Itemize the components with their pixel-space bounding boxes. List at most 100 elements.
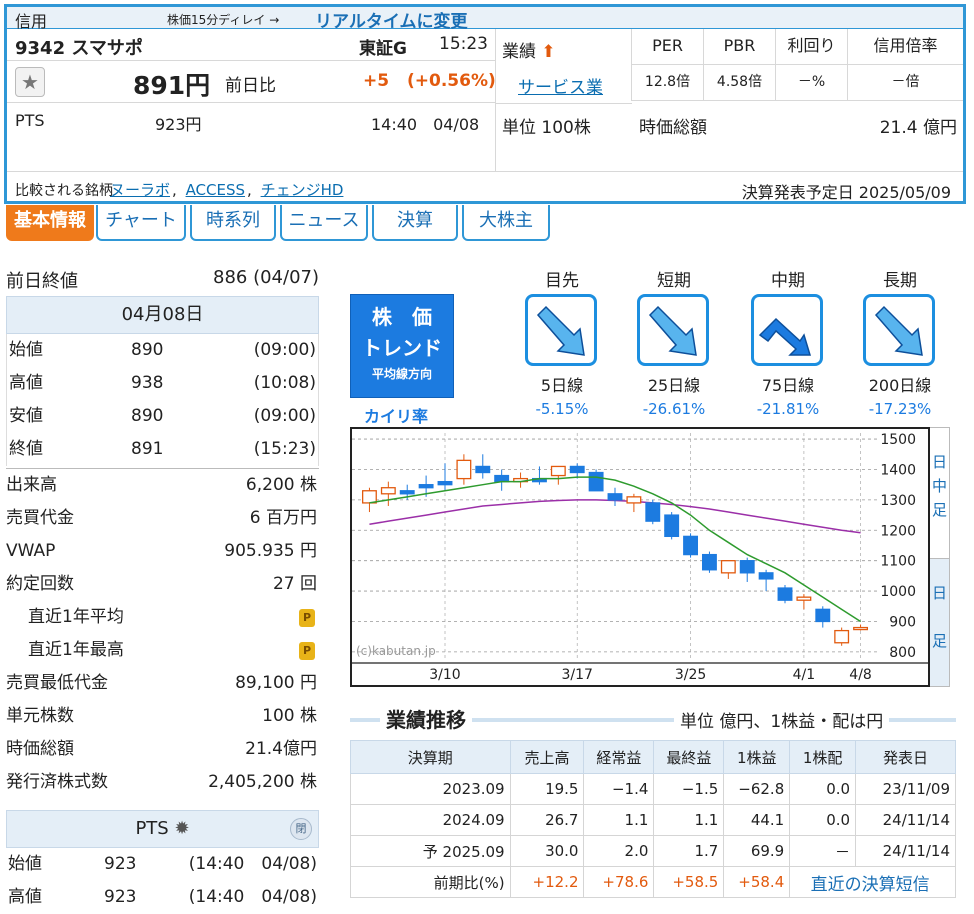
- perf-cell: −62.8: [723, 773, 791, 805]
- perf-cell: 0.0: [789, 804, 857, 836]
- perf-header: 発表日: [855, 740, 956, 774]
- metric-value: －%: [775, 65, 847, 100]
- ohlc-table: 始値 890 (09:00) 高値 938 (10:08) 安値 890 (09:00) 終値 89…: [6, 334, 319, 466]
- stat-value: 21.4億円: [245, 739, 317, 759]
- candle-body: [494, 474, 510, 483]
- tab-daily-mid[interactable]: 日中足: [930, 428, 949, 558]
- up-arrow-icon: ⬆: [541, 42, 556, 62]
- yoy-value: +58.5: [653, 866, 725, 898]
- stat-label: 約定回数: [6, 574, 74, 594]
- prev-close-row: 前日終値 886 (04/07): [6, 265, 319, 295]
- unit-shares: 単位 100株: [502, 118, 591, 138]
- stat-label: VWAP: [6, 541, 56, 561]
- ohlc-label: 安値: [9, 406, 43, 426]
- metric-value: 4.58倍: [703, 65, 775, 100]
- ohlc-row: 高値 938 (10:08): [7, 367, 318, 400]
- candle-body: [834, 629, 850, 644]
- yoy-value: +12.2: [509, 866, 585, 898]
- trend-badge-line3: 平均線方向: [371, 367, 432, 381]
- latest-report-link[interactable]: 直近の決算短信: [789, 866, 956, 898]
- tab-2[interactable]: 時系列: [190, 205, 276, 241]
- perf-header: 経常益: [583, 740, 655, 774]
- y-tick-label: 1400: [880, 462, 916, 478]
- trend-badge: 株 価 トレンド 平均線方向: [350, 294, 454, 398]
- tab-1[interactable]: チャート: [96, 205, 186, 241]
- mcap-value: 21.4 億円: [879, 118, 957, 138]
- change-label: 前日比: [225, 76, 276, 96]
- ma-label: 5日線: [540, 376, 584, 395]
- kairi-value: -26.61%: [642, 400, 706, 418]
- perf-cell: 44.1: [723, 804, 791, 836]
- perf-row: 2023.09 19.5 −1.4 −1.5 −62.8 0.0 23/11/09: [350, 773, 956, 805]
- pts-row-label: 始値: [8, 854, 42, 874]
- trend-arrow-icon: [637, 294, 709, 366]
- candle-body: [550, 465, 566, 477]
- pts-close-button[interactable]: 閉: [290, 818, 312, 840]
- trend-arrow-icon: [525, 294, 597, 366]
- trend-term: 目先: [545, 271, 579, 291]
- perf-cell: −1.4: [583, 773, 655, 805]
- yoy-value: +58.4: [723, 866, 791, 898]
- compare-stock-link[interactable]: チェンジHD: [261, 181, 344, 199]
- ohlc-row: 終値 891 (15:23): [7, 433, 318, 466]
- stats-table: 出来高 6,200 株売買代金 6 百万円 VWAP 905.935 円約定回数 27 回…: [6, 468, 319, 799]
- compare-stock-link[interactable]: ヌーラボ: [110, 181, 170, 199]
- y-tick-label: 1000: [880, 584, 916, 600]
- candle-body: [607, 493, 623, 501]
- pts-row-value: 923: [104, 854, 137, 874]
- perf-cell: 2023.09: [350, 773, 511, 805]
- ohlc-value: 890: [131, 406, 164, 426]
- tab-5[interactable]: 大株主: [462, 205, 550, 241]
- compare-stock-link[interactable]: ACCESS: [186, 181, 245, 199]
- stat-row: 約定回数 27 回: [6, 568, 319, 601]
- tab-3[interactable]: ニュース: [280, 205, 368, 241]
- trade-time: 15:23: [439, 34, 488, 54]
- favorite-star-icon[interactable]: ★: [15, 67, 45, 97]
- stat-value: 2,405,200 株: [208, 772, 317, 792]
- metric-header: 信用倍率: [847, 29, 963, 65]
- lock-icon[interactable]: P: [299, 609, 315, 627]
- trend-badge-line2: トレンド: [362, 336, 442, 360]
- lock-icon[interactable]: P: [299, 642, 315, 660]
- candle-body: [796, 596, 812, 601]
- side-label-2: 中: [931, 477, 947, 495]
- tab-daily[interactable]: 日足: [930, 558, 949, 686]
- earnings-date: 決算発表予定日 2025/05/09: [741, 183, 951, 202]
- prev-close-label: 前日終値: [6, 271, 78, 292]
- candle-body: [645, 502, 661, 522]
- ohlc-time: (09:00): [253, 340, 316, 360]
- ohlc-label: 高値: [9, 373, 43, 393]
- stat-label: 発行済株式数: [6, 772, 108, 792]
- stat-row: 時価総額 21.4億円: [6, 733, 319, 766]
- pts-row-time: (14:40 04/08): [188, 887, 317, 907]
- perf-cell: 1.1: [653, 804, 725, 836]
- y-tick-label: 900: [889, 614, 916, 630]
- perf-cell: 23/11/09: [855, 773, 956, 805]
- sector-link[interactable]: サービス業: [518, 73, 603, 98]
- ohlc-time: (09:00): [253, 406, 316, 426]
- perf-cell: 69.9: [723, 835, 791, 867]
- tab-4[interactable]: 決算: [372, 205, 458, 241]
- stat-label: 出来高: [6, 475, 57, 495]
- perf-cell: 1.1: [583, 804, 655, 836]
- candle-body: [626, 496, 642, 504]
- candle-body: [399, 490, 415, 495]
- price-panel: 9342 スマサポ 東証G 15:23 ★ 891円 前日比 +5 (+0.56…: [7, 29, 496, 179]
- metric-value: －倍: [847, 65, 963, 100]
- market: 東証G: [359, 39, 407, 59]
- perf-cell: －: [789, 835, 857, 867]
- tab-0[interactable]: 基本情報: [6, 205, 94, 241]
- pts-table: 始値 923 (14:40 04/08) 高値 923 (14:40 04/08): [6, 848, 319, 914]
- yoy-label: 前期比(%): [350, 866, 511, 898]
- perf-header: 1株益: [723, 740, 791, 774]
- stat-value: 905.935 円: [224, 541, 317, 561]
- x-tick-label: 4/1: [793, 667, 816, 683]
- ohlc-value: 938: [131, 373, 164, 393]
- metric-header: PBR: [703, 29, 775, 65]
- chart-watermark: (c)kabutan.jp: [356, 644, 436, 658]
- candle-body: [853, 626, 869, 631]
- perf-header: 決算期: [350, 740, 511, 774]
- ohlc-row: 安値 890 (09:00): [7, 400, 318, 433]
- ohlc-time: (10:08): [253, 373, 316, 393]
- chart-period-tabs: 日中足 日足: [930, 427, 950, 687]
